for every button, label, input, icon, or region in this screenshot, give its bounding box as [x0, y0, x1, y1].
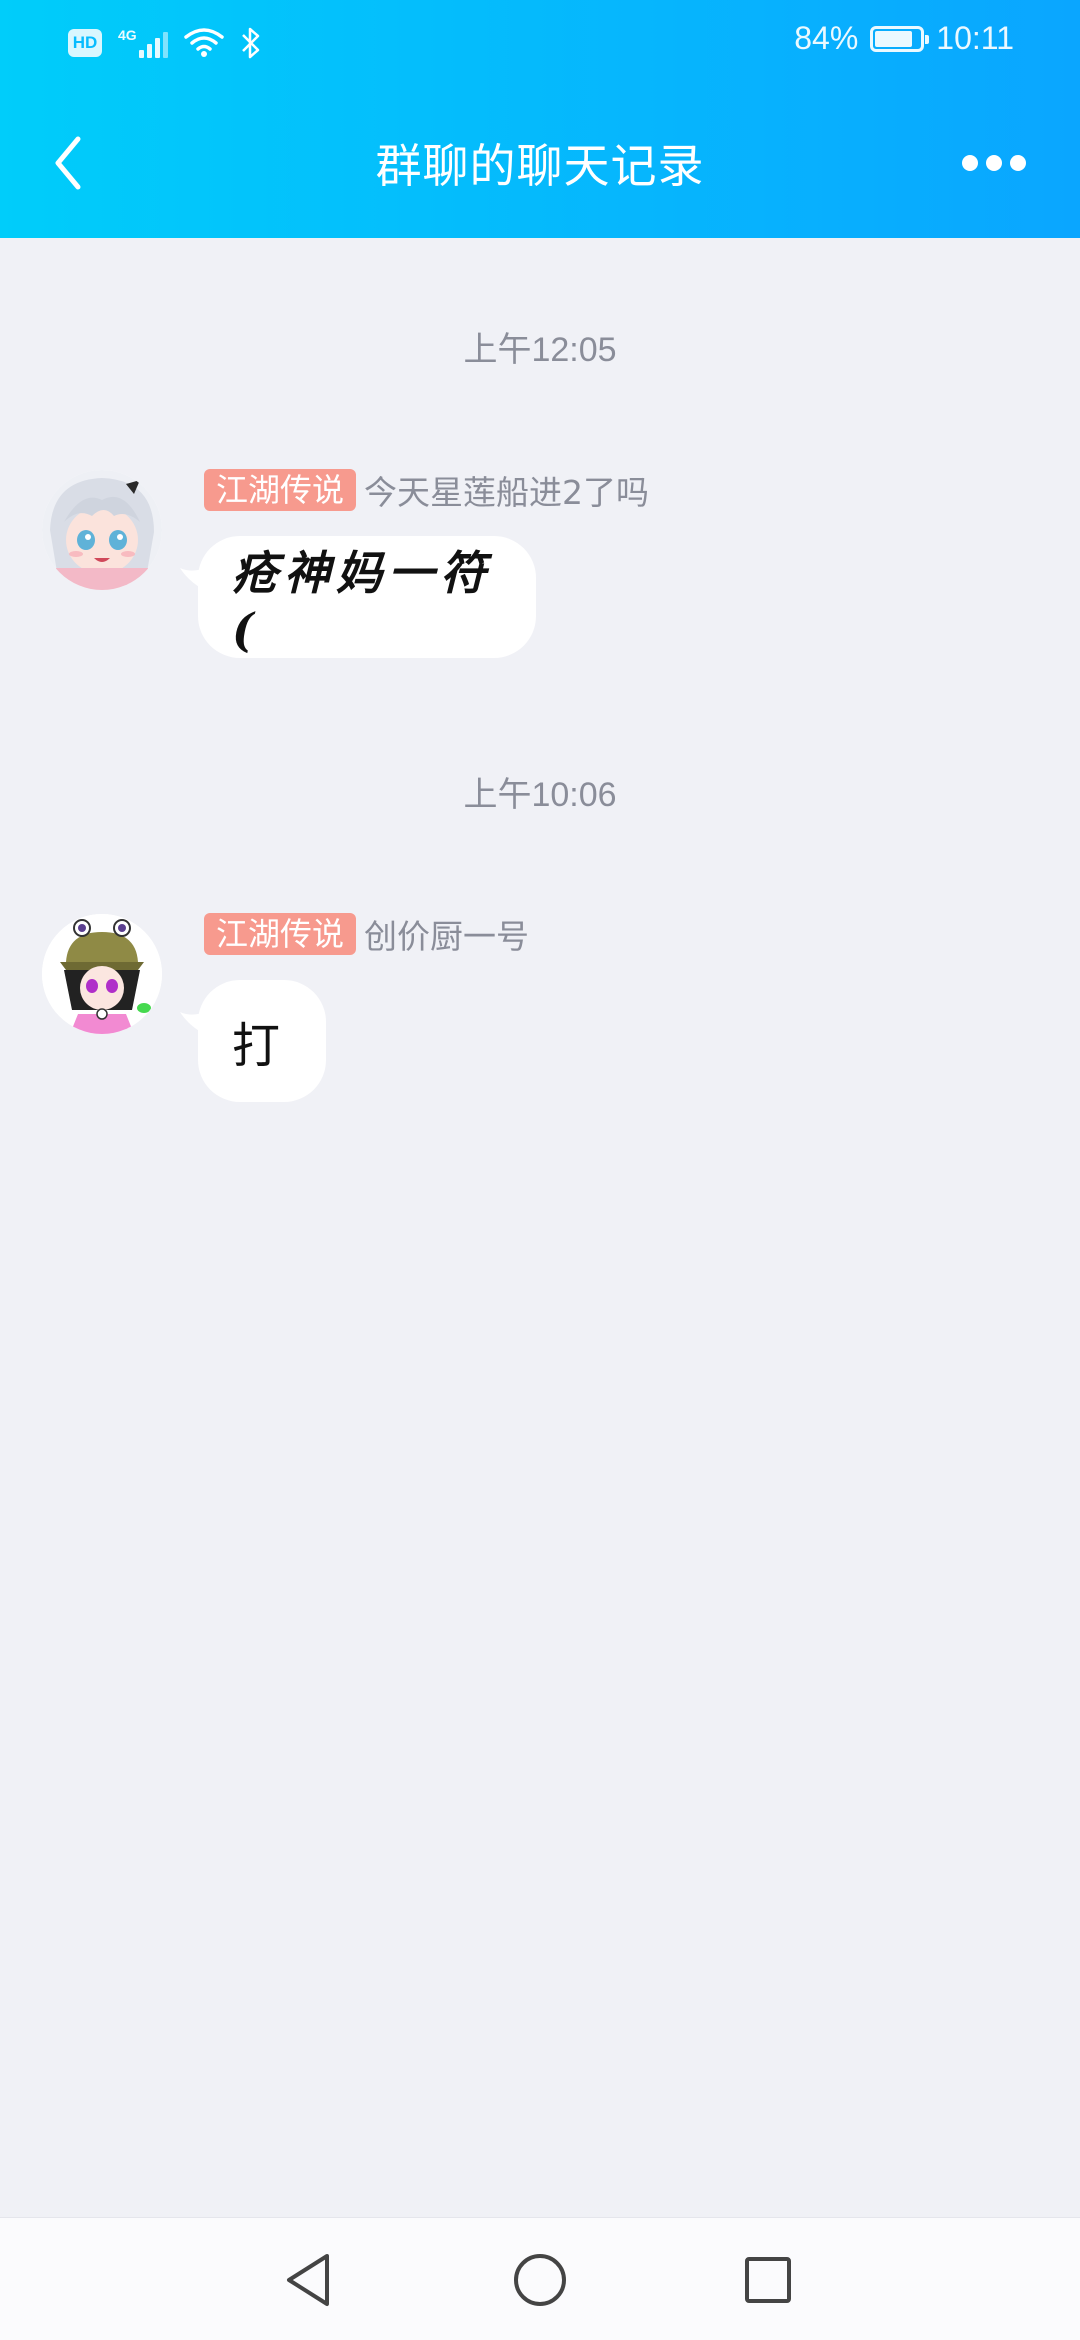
member-tag: 江湖传说 [204, 469, 357, 511]
more-button[interactable] [954, 138, 1034, 188]
nav-back-button[interactable] [268, 2240, 348, 2320]
clock: 10:11 [936, 20, 1014, 56]
sender-name[interactable]: 今天星莲船进2了吗 [364, 466, 649, 514]
message-bubble[interactable]: 打 [198, 980, 326, 1102]
message-meta: 江湖传说 创价厨一号 [204, 912, 529, 956]
message-text: 打 [232, 1018, 281, 1074]
nav-home-icon [514, 2254, 566, 2306]
nav-home-button[interactable] [500, 2240, 580, 2320]
network-type-label: 4G [118, 27, 137, 43]
sender-name[interactable]: 创价厨一号 [364, 910, 529, 958]
message-timestamp: 上午12:05 [463, 331, 617, 369]
system-nav-bar [0, 2217, 1080, 2340]
wifi-icon [183, 28, 224, 57]
chat-history-screen: HD 4G 84% 10:11 群聊的聊天记录 上午12:05 江湖传说 今天星… [0, 0, 1080, 2340]
more-dots-icon [962, 155, 1026, 171]
message-text: 疮神妈一符( [232, 546, 492, 657]
avatar[interactable] [42, 914, 162, 1034]
message-meta: 江湖传说 今天星莲船进2了吗 [204, 468, 649, 512]
avatar-white-hair-girl [42, 470, 162, 590]
status-bar: HD 4G 84% 10:11 [0, 0, 1080, 88]
avatar-frog-hat-girl [42, 914, 162, 1034]
nav-recents-button[interactable] [728, 2240, 808, 2320]
member-tag: 江湖传说 [204, 913, 357, 955]
hd-icon: HD [68, 29, 102, 57]
bluetooth-icon [241, 27, 259, 59]
battery-percent: 84% [794, 20, 859, 56]
nav-back-icon [287, 2254, 329, 2306]
page-title: 群聊的聊天记录 [375, 139, 705, 193]
message-bubble[interactable]: 疮神妈一符( [198, 536, 536, 658]
status-left: HD 4G [68, 26, 262, 60]
nav-recents-icon [745, 2257, 791, 2303]
message-timestamp: 上午10:06 [463, 776, 617, 814]
signal-icon: 4G [118, 28, 168, 58]
battery-icon [870, 25, 930, 52]
avatar[interactable] [42, 470, 162, 590]
status-right: 84% 10:11 [794, 20, 1014, 57]
header: HD 4G 84% 10:11 群聊的聊天记录 [0, 0, 1080, 238]
